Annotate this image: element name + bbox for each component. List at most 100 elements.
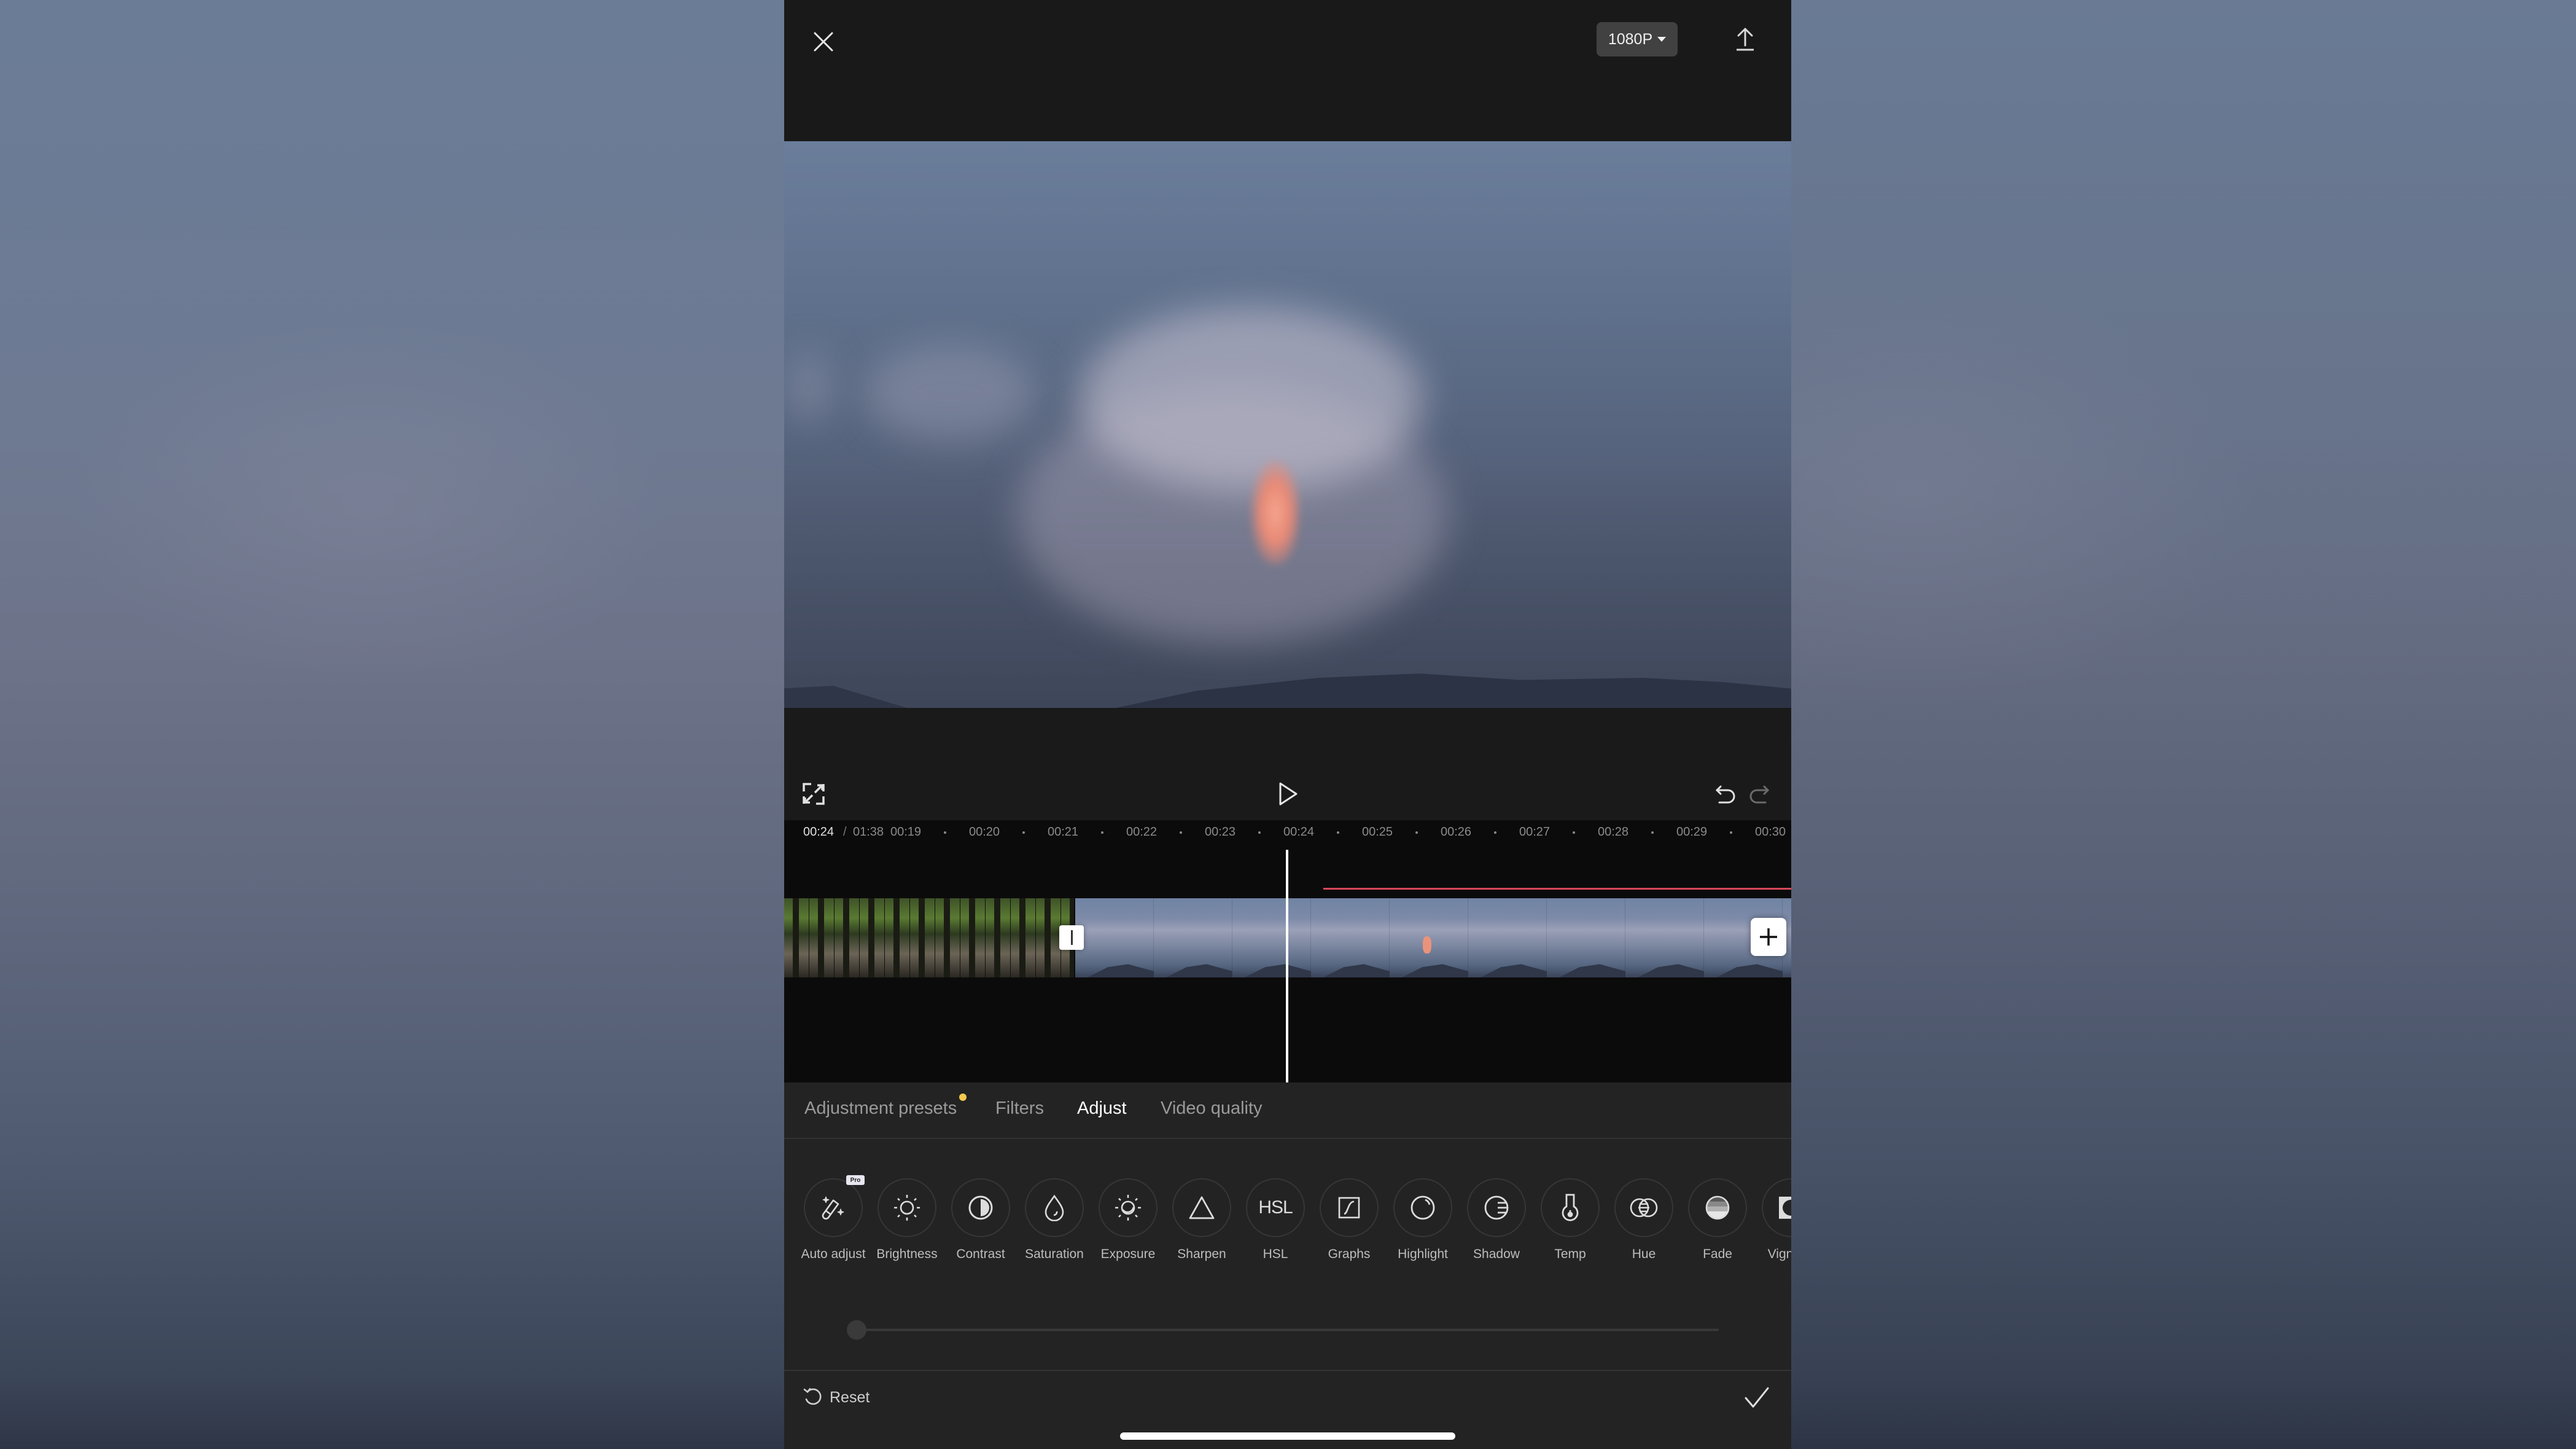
ruler-tick-dot: [1573, 831, 1575, 834]
clip-thumbnail: [1625, 898, 1704, 977]
ruler-tick-dot: [1730, 831, 1732, 834]
ruler-tick-label: 00:26: [1440, 825, 1472, 839]
play-button[interactable]: [1275, 782, 1300, 806]
add-clip-button[interactable]: [1751, 918, 1786, 956]
clip-thumbnail: [784, 898, 809, 977]
redo-icon: [1749, 785, 1770, 804]
fullscreen-icon: [803, 783, 825, 805]
tab-filters[interactable]: Filters: [995, 1098, 1044, 1119]
tool-circle: [1541, 1178, 1600, 1237]
ruler-tick-dot: [1651, 831, 1654, 834]
clip-thumbnail: [1232, 898, 1311, 977]
background-left: [0, 0, 784, 1449]
ruler-tick-label: 00:29: [1676, 825, 1708, 839]
ruler-tick-label: 00:21: [1047, 825, 1079, 839]
fullscreen-button[interactable]: [803, 783, 825, 805]
ruler-tick-label: 00:28: [1597, 825, 1629, 839]
adjust-panel: Adjustment presets Filters Adjust Video …: [784, 1082, 1791, 1449]
storm-sky-clip[interactable]: [1075, 898, 1791, 977]
tool-circle: HSL: [1246, 1178, 1305, 1237]
divider: [784, 1370, 1791, 1371]
tool-circle: [1099, 1178, 1158, 1237]
clip-thumbnail: [986, 898, 1011, 977]
clip-thumbnail: [1547, 898, 1625, 977]
redo-button[interactable]: [1748, 784, 1770, 806]
undo-button[interactable]: [1714, 784, 1737, 806]
adjust-tools: Pro Auto adjust Brightness Contrast Satu…: [784, 1175, 1791, 1261]
shadow-icon: [1484, 1195, 1509, 1220]
close-icon: [814, 32, 833, 52]
cloud-shape: [1079, 307, 1423, 491]
lightning-glow: [1251, 460, 1300, 565]
top-bar: 1080P: [784, 0, 1791, 141]
adjust-slider[interactable]: [847, 1320, 1719, 1341]
checkmark-icon: [1745, 1387, 1769, 1408]
clip-thumbnail: [910, 898, 935, 977]
highlight-icon: [1411, 1195, 1435, 1220]
ruler-tick-dot: [1101, 831, 1103, 834]
ruler-tick-dot: [1022, 831, 1025, 834]
video-preview[interactable]: [784, 141, 1791, 708]
tab-video-quality[interactable]: Video quality: [1161, 1098, 1263, 1119]
tool-circle: [1762, 1178, 1791, 1237]
ruler-tick-dot: [1258, 831, 1261, 834]
tool-circle: [951, 1178, 1010, 1237]
clip-thumbnail: [1468, 898, 1547, 977]
slider-track: [853, 1329, 1719, 1331]
tool-circle: [804, 1178, 863, 1237]
tool-circle: [1025, 1178, 1084, 1237]
reset-button[interactable]: Reset: [803, 1385, 870, 1410]
exposure-icon: [1115, 1195, 1141, 1221]
tool-label: Vignette: [1767, 1247, 1791, 1261]
ruler-tick-label: 00:23: [1204, 825, 1236, 839]
sun-icon: [894, 1195, 920, 1221]
undo-icon: [1715, 785, 1735, 804]
playhead[interactable]: [1286, 850, 1288, 1082]
resolution-dropdown[interactable]: 1080P: [1597, 22, 1678, 56]
slider-thumb[interactable]: [847, 1320, 866, 1340]
tool-circle: [1393, 1178, 1452, 1237]
magic-wand-icon: [822, 1196, 844, 1220]
curve-graph-icon: [1338, 1197, 1360, 1219]
home-indicator[interactable]: [1120, 1432, 1455, 1440]
clip-thumbnail: [809, 898, 835, 977]
play-icon: [1279, 782, 1298, 806]
thermometer-icon: [1562, 1194, 1579, 1221]
clip-thumbnail: [1311, 898, 1390, 977]
clip-thumbnail: [935, 898, 960, 977]
ruler-tick-label: 00:20: [968, 825, 1000, 839]
hue-rings-icon: [1630, 1198, 1658, 1218]
cloud-shape: [784, 350, 833, 424]
split-handle-icon: [1070, 930, 1073, 945]
confirm-button[interactable]: [1743, 1386, 1770, 1410]
total-duration: 01:38: [853, 825, 884, 839]
tool-circle: [1467, 1178, 1526, 1237]
panel-tabs: Adjustment presets Filters Adjust Video …: [784, 1082, 1791, 1139]
clip-thumbnail: [885, 898, 910, 977]
ruler-tick-label: 00:24: [1283, 825, 1315, 839]
forest-clip[interactable]: [784, 898, 1074, 977]
ruler-tick-label: 00:30: [1754, 825, 1786, 839]
hsl-text-icon: HSL: [1258, 1197, 1293, 1218]
current-time: 00:24: [803, 825, 835, 839]
clip-thumbnail: [1011, 898, 1036, 977]
contrast-icon: [968, 1195, 993, 1220]
triangle-icon: [1189, 1196, 1215, 1219]
ruler-tick-label: 00:19: [890, 825, 922, 839]
ruler-tick-label: 00:25: [1361, 825, 1393, 839]
timeline[interactable]: 00:19 00:20 00:21 00:22 00:23 00:24 00:25 00:26…: [784, 820, 1791, 1082]
tab-adjust[interactable]: Adjust: [1077, 1098, 1127, 1119]
video-editor: 1080P 00:19 00:20 00:21 00:22 00:23 00:2…: [784, 0, 1791, 1449]
export-button[interactable]: [1730, 22, 1761, 56]
tool-circle: [1320, 1178, 1379, 1237]
tab-adjustment-presets[interactable]: Adjustment presets: [804, 1098, 957, 1119]
new-badge-dot: [959, 1094, 967, 1101]
time-ruler[interactable]: 00:19 00:20 00:21 00:22 00:23 00:24 00:25 00:26…: [784, 825, 1791, 844]
effect-track-marker[interactable]: [1323, 888, 1791, 890]
clip-thumbnail: [1036, 898, 1061, 977]
ruler-tick-label: 00:27: [1519, 825, 1551, 839]
transition-button[interactable]: [1059, 925, 1084, 950]
plus-icon: [1760, 928, 1777, 946]
hill-silhouette: [784, 686, 907, 708]
close-button[interactable]: [806, 25, 841, 59]
